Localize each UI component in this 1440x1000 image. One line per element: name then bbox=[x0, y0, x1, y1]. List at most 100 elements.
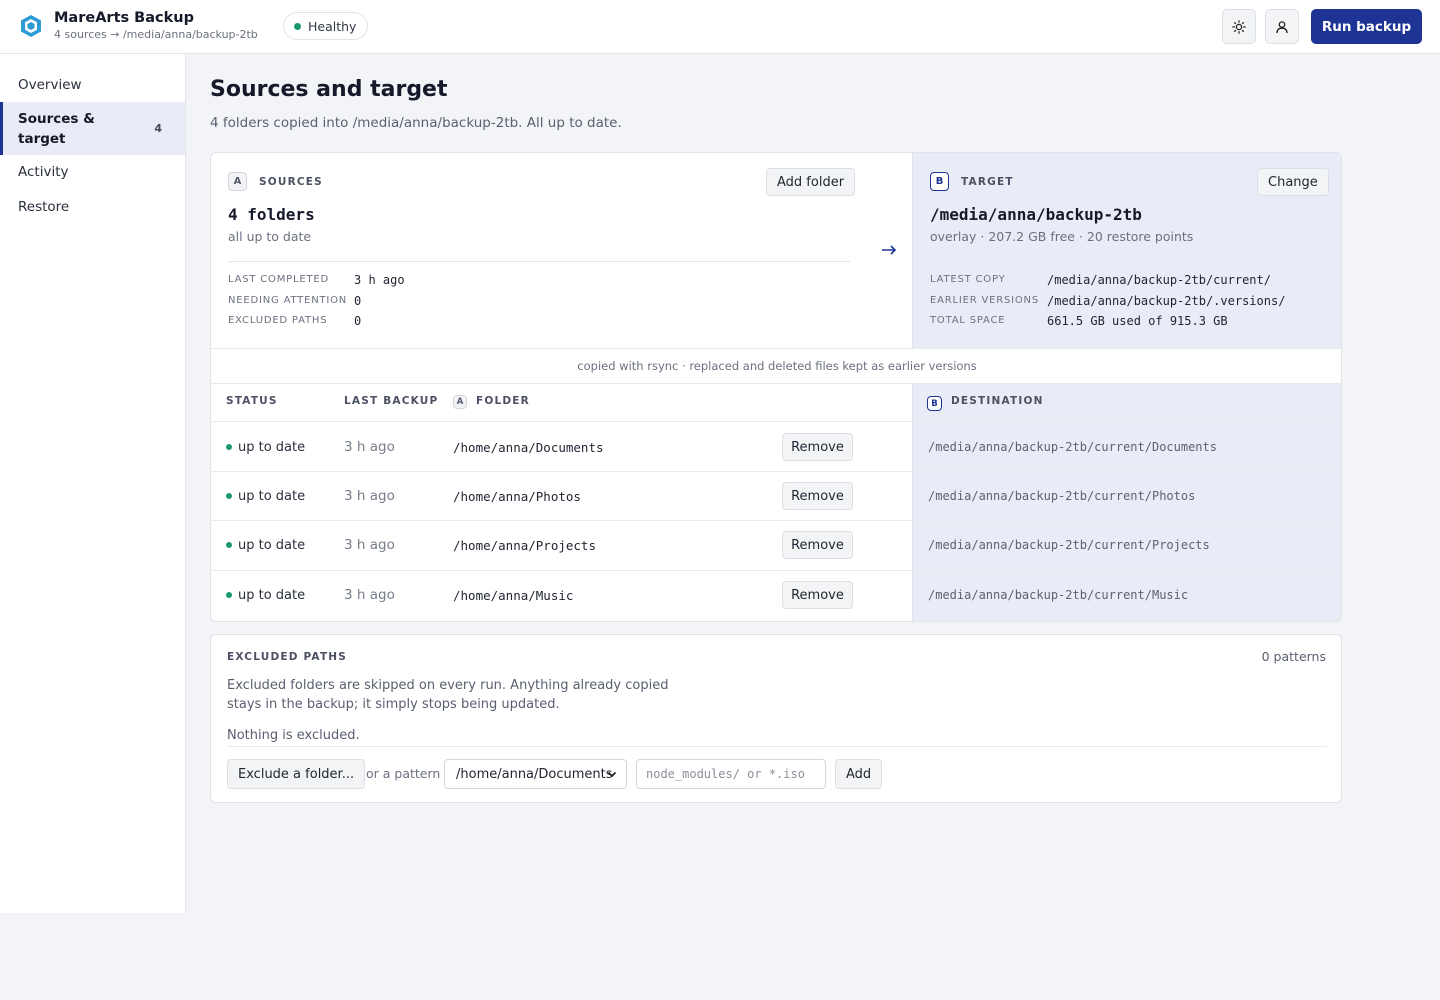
status-dot bbox=[294, 22, 301, 30]
sidebar-item-label: Overview bbox=[18, 77, 82, 93]
target-subtitle: overlay · 207.2 GB free · 20 restore poi… bbox=[930, 229, 1194, 244]
health-status-badge: Healthy bbox=[283, 12, 369, 40]
row-destination-path: /media/anna/backup-2tb/current/Music bbox=[928, 588, 1189, 602]
divider bbox=[211, 421, 1341, 422]
status-label: up to date bbox=[238, 439, 306, 455]
row-folder-path: /home/anna/Documents bbox=[453, 439, 604, 455]
status-dot bbox=[226, 444, 232, 450]
page-title: Sources and target bbox=[210, 77, 448, 102]
status-dot bbox=[226, 592, 232, 598]
target-panel: B TARGET Change /media/anna/backup-2tb o… bbox=[912, 153, 1341, 348]
stat-label: TOTAL SPACE bbox=[930, 315, 1006, 326]
divider bbox=[227, 746, 1327, 747]
row-folder-path: /home/anna/Projects bbox=[453, 537, 596, 553]
or-pattern-label: or a pattern bbox=[366, 766, 441, 781]
exclude-folder-button[interactable]: Exclude a folder... bbox=[227, 759, 366, 789]
row-folder-path: /home/anna/Photos bbox=[453, 488, 581, 504]
excluded-description: Excluded folders are skipped on every ru… bbox=[227, 678, 669, 712]
stat-value: 661.5 GB used of 915.3 GB bbox=[1047, 314, 1228, 328]
sidebar-item-restore[interactable]: Restore bbox=[0, 196, 185, 218]
stat-label: EXCLUDED PATHS bbox=[228, 315, 328, 326]
stat-value: /media/anna/backup-2tb/current/ bbox=[1047, 273, 1271, 287]
row-destination-path: /media/anna/backup-2tb/current/Projects bbox=[928, 538, 1210, 552]
excluded-count: 0 patterns bbox=[1261, 649, 1326, 664]
excluded-caption: EXCLUDED PATHS bbox=[227, 651, 348, 663]
stat-label: NEEDING ATTENTION bbox=[228, 295, 348, 306]
sidebar-item-label: Activity bbox=[18, 164, 69, 180]
column-header-folder: FOLDER bbox=[476, 395, 530, 407]
health-label: Healthy bbox=[308, 18, 357, 34]
source-badge: A bbox=[228, 172, 247, 191]
remove-folder-button[interactable]: Remove bbox=[782, 531, 853, 559]
column-header-destination: DESTINATION bbox=[951, 395, 1044, 407]
target-badge: B bbox=[930, 172, 949, 191]
row-status: up to date bbox=[226, 486, 305, 506]
divider bbox=[228, 261, 850, 262]
divider bbox=[211, 520, 1341, 521]
sidebar-item-label: Restore bbox=[18, 199, 70, 215]
select-value: /home/anna/Documents bbox=[456, 766, 613, 782]
user-icon bbox=[1276, 20, 1288, 33]
sources-headline: 4 folders bbox=[228, 205, 315, 224]
remove-folder-button[interactable]: Remove bbox=[782, 433, 853, 461]
copy-method-note: copied with rsync · replaced and deleted… bbox=[211, 348, 1341, 384]
stat-value: 0 bbox=[354, 314, 362, 328]
excluded-empty-text: Nothing is excluded. bbox=[227, 728, 360, 743]
top-bar: MareArts Backup 4 sources → /media/anna/… bbox=[0, 0, 1440, 54]
add-folder-button[interactable]: Add folder bbox=[766, 168, 856, 196]
divider bbox=[211, 570, 1341, 571]
row-folder-path: /home/anna/Music bbox=[453, 587, 574, 603]
sidebar-item-overview[interactable]: Overview bbox=[0, 74, 185, 96]
row-last-backup: 3 h ago bbox=[344, 537, 395, 553]
chevron-down-icon bbox=[607, 771, 617, 778]
row-destination-path: /media/anna/backup-2tb/current/Documents bbox=[928, 440, 1217, 454]
remove-folder-button[interactable]: Remove bbox=[782, 482, 853, 510]
arrow-right-icon bbox=[882, 245, 897, 255]
status-label: up to date bbox=[238, 488, 306, 504]
folder-badge: A bbox=[453, 395, 467, 409]
sidebar-item-count: 4 bbox=[154, 121, 162, 135]
sources-subtitle: all up to date bbox=[228, 229, 312, 244]
sidebar: Overview Sources & target 4 Activity Res… bbox=[0, 54, 186, 913]
stat-value: 3 h ago bbox=[354, 273, 405, 287]
excluded-paths-card: EXCLUDED PATHS 0 patterns Excluded folde… bbox=[210, 634, 1342, 803]
theme-toggle-button[interactable] bbox=[1222, 9, 1256, 44]
stat-value: 0 bbox=[354, 294, 362, 308]
sources-caption: SOURCES bbox=[259, 176, 323, 188]
status-label: up to date bbox=[238, 587, 306, 603]
remove-folder-button[interactable]: Remove bbox=[782, 581, 853, 609]
row-last-backup: 3 h ago bbox=[344, 439, 395, 455]
stat-label: EARLIER VERSIONS bbox=[930, 295, 1039, 306]
divider bbox=[211, 471, 1341, 472]
stat-value: /media/anna/backup-2tb/.versions/ bbox=[1047, 294, 1286, 308]
row-last-backup: 3 h ago bbox=[344, 587, 395, 603]
stat-label: LAST COMPLETED bbox=[228, 274, 330, 285]
source-folder-select[interactable]: /home/anna/Documents bbox=[444, 759, 627, 789]
run-backup-button[interactable]: Run backup bbox=[1311, 9, 1422, 44]
destination-badge: B bbox=[927, 396, 942, 411]
sidebar-item-activity[interactable]: Activity bbox=[0, 161, 185, 183]
app-title: MareArts Backup bbox=[54, 10, 194, 26]
account-button[interactable] bbox=[1265, 9, 1299, 44]
sources-target-card: A SOURCES Add folder 4 folders all up to… bbox=[210, 152, 1342, 622]
status-label: up to date bbox=[238, 537, 306, 553]
row-status: up to date bbox=[226, 585, 305, 605]
row-status: up to date bbox=[226, 437, 305, 457]
column-header-status: STATUS bbox=[226, 395, 278, 407]
page-subtitle: 4 folders copied into /media/anna/backup… bbox=[210, 115, 622, 131]
app-subtitle: 4 sources → /media/anna/backup-2tb bbox=[54, 28, 258, 41]
row-last-backup: 3 h ago bbox=[344, 488, 395, 504]
row-destination-path: /media/anna/backup-2tb/current/Photos bbox=[928, 489, 1196, 503]
pattern-input[interactable] bbox=[636, 759, 826, 789]
change-target-button[interactable]: Change bbox=[1257, 168, 1329, 196]
sidebar-item-sources-target[interactable]: Sources & target 4 bbox=[0, 102, 185, 155]
add-pattern-button[interactable]: Add bbox=[835, 759, 883, 789]
cube-logo-icon bbox=[21, 15, 41, 37]
sidebar-item-label: Sources & target bbox=[18, 110, 95, 147]
column-header-last-backup: LAST BACKUP bbox=[344, 395, 439, 407]
target-caption: TARGET bbox=[961, 176, 1014, 188]
row-status: up to date bbox=[226, 535, 305, 555]
status-dot bbox=[226, 493, 232, 499]
status-dot bbox=[226, 542, 232, 548]
sun-icon bbox=[1232, 19, 1246, 34]
